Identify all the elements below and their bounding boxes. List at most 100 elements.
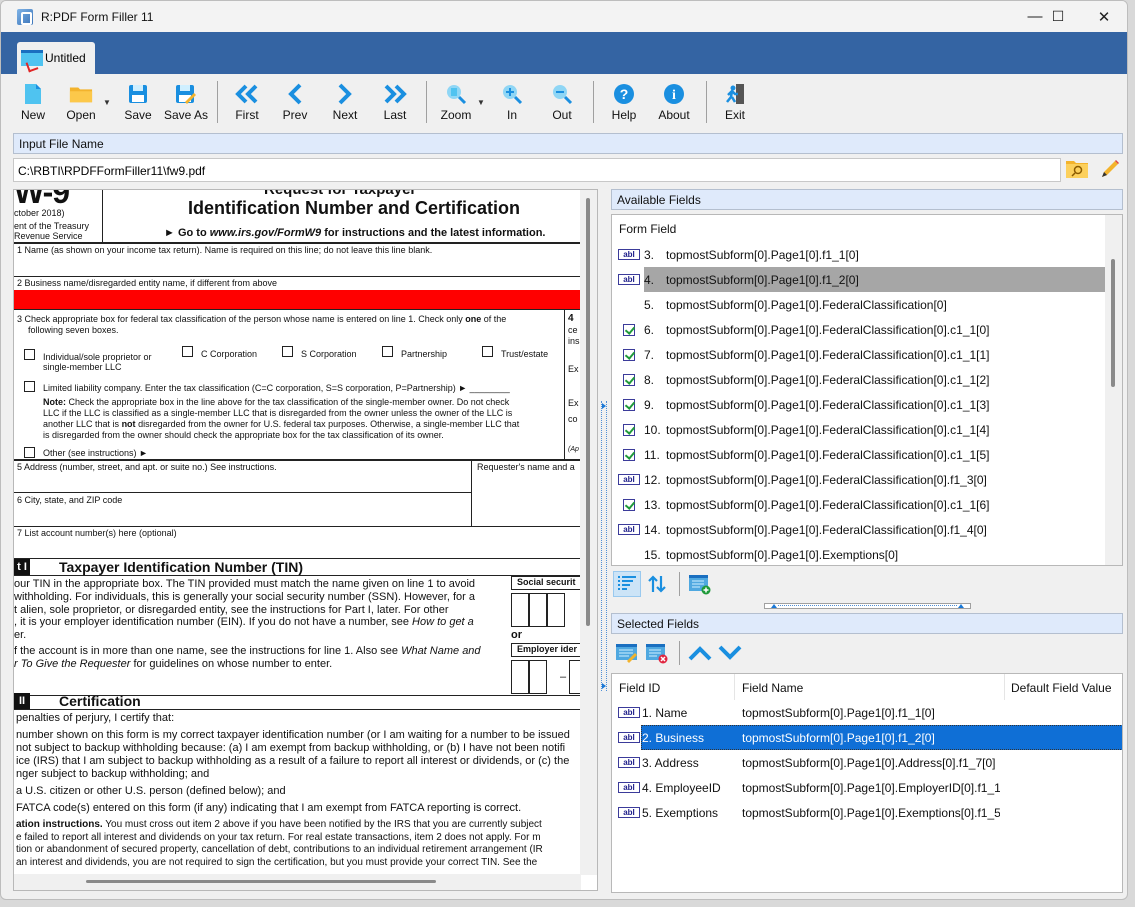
side-label: co — [568, 414, 578, 424]
available-field-row[interactable]: 7. topmostSubform[0].Page1[0].FederalClas… — [612, 342, 1107, 367]
checkbox-trust[interactable] — [482, 346, 493, 357]
ssn-box[interactable] — [511, 593, 529, 627]
move-up-button[interactable] — [686, 640, 714, 666]
input-file-field[interactable]: C:\RBTI\RPDFFormFiller11\fw9.pdf — [13, 158, 1061, 182]
last-page-button[interactable]: Last — [370, 74, 420, 126]
add-field-icon — [689, 575, 711, 595]
column-header-field-id[interactable]: Field ID — [612, 674, 735, 700]
llc-note: Note: Check the appropriate box in the l… — [43, 397, 520, 440]
selected-field-row[interactable]: abI 5. Exemptions topmostSubform[0].Page1[… — [612, 800, 1122, 825]
available-field-row[interactable]: 6. topmostSubform[0].Page1[0].FederalClas… — [612, 317, 1107, 342]
checkbox-label: Individual/sole proprietor or — [43, 352, 152, 362]
pdf-viewer[interactable]: W-9 ctober 2018) ent of the Treasury Rev… — [13, 189, 598, 891]
checkbox-s-corp[interactable] — [282, 346, 293, 357]
available-field-row[interactable]: 13. topmostSubform[0].Page1[0].FederalCla… — [612, 492, 1107, 517]
help-button[interactable]: ? Help — [600, 74, 648, 126]
tin-instructions: our TIN in the appropriate box. The TIN … — [14, 578, 476, 642]
list-view-button[interactable] — [613, 571, 641, 597]
field-number: 4. — [644, 272, 655, 287]
checkbox-other[interactable] — [24, 447, 35, 458]
open-button[interactable]: Open ▼ — [55, 74, 111, 126]
field-type-icon — [618, 299, 640, 311]
ssn-box[interactable] — [547, 593, 565, 627]
available-field-row[interactable]: abI 3. topmostSubform[0].Page1[0].f1_1[0] — [612, 242, 1107, 267]
available-field-row[interactable]: 9. topmostSubform[0].Page1[0].FederalClas… — [612, 392, 1107, 417]
edit-field-icon — [616, 644, 637, 663]
new-button[interactable]: New — [11, 74, 55, 126]
zoom-in-button[interactable]: In — [487, 74, 537, 126]
prev-page-button[interactable]: Prev — [270, 74, 320, 126]
available-field-row[interactable]: 10. topmostSubform[0].Page1[0].FederalCla… — [612, 417, 1107, 442]
ribbon-bar: Untitled — [1, 32, 1127, 74]
text-field-icon: abI — [618, 757, 640, 768]
field-name: topmostSubform[0].Page1[0].FederalClassi… — [666, 347, 990, 362]
column-header-form-field[interactable]: Form Field — [612, 215, 1107, 240]
horizontal-splitter[interactable] — [764, 603, 971, 609]
column-header-default-value[interactable]: Default Field Value — [1005, 674, 1122, 700]
zoom-dropdown-arrow-icon[interactable]: ▼ — [477, 98, 485, 107]
remove-field-button[interactable] — [643, 640, 671, 666]
business-name-field-highlight[interactable] — [14, 290, 581, 309]
available-field-row[interactable]: 15. topmostSubform[0].Page1[0].Exemptions… — [612, 542, 1107, 565]
scroll-thumb[interactable] — [1111, 259, 1115, 387]
checkbox-c-corp[interactable] — [182, 346, 193, 357]
save-as-button[interactable]: Save As — [161, 74, 211, 126]
available-field-row[interactable]: abI 4. topmostSubform[0].Page1[0].f1_2[0] — [612, 267, 1107, 292]
field-label: 4. topmostSubform[0].Page1[0].f1_2[0] — [644, 267, 1107, 292]
edit-field-button[interactable] — [613, 640, 641, 666]
close-button[interactable]: ✕ — [1081, 1, 1127, 32]
line-5-label: 5 Address (number, street, and apt. or s… — [17, 462, 277, 472]
selected-field-row[interactable]: abI 1. Name topmostSubform[0].Page1[0].f1_… — [612, 700, 1122, 725]
selected-fields-toolbar — [613, 639, 746, 667]
pdf-horizontal-scrollbar[interactable] — [14, 874, 581, 890]
maximize-button[interactable]: ☐ — [1035, 1, 1081, 32]
zoom-out-button[interactable]: Out — [537, 74, 587, 126]
folder-open-icon — [69, 82, 93, 106]
available-field-row[interactable]: abI 14. topmostSubform[0].Page1[0].Federal… — [612, 517, 1107, 542]
save-button[interactable]: Save — [115, 74, 161, 126]
tin-instructions-2: f the account is in more than one name, … — [14, 645, 481, 670]
first-page-button[interactable]: First — [224, 74, 270, 126]
selected-fields-table[interactable]: Field ID Field Name Default Field Value … — [611, 673, 1123, 893]
column-header-field-name[interactable]: Field Name — [735, 674, 1005, 700]
available-field-row[interactable]: 8. topmostSubform[0].Page1[0].FederalClas… — [612, 367, 1107, 392]
browse-folder-icon[interactable] — [1065, 159, 1089, 179]
checkbox-individual[interactable] — [24, 349, 35, 360]
pdf-vertical-scrollbar[interactable] — [580, 190, 597, 875]
field-name-cell: topmostSubform[0].Page1[0].f1_2[0] — [742, 730, 935, 745]
available-field-row[interactable]: 11. topmostSubform[0].Page1[0].FederalCla… — [612, 442, 1107, 467]
tab-untitled[interactable]: Untitled — [17, 42, 95, 74]
ein-box[interactable] — [529, 660, 547, 694]
part-2-title: Certification — [59, 693, 141, 709]
vertical-splitter[interactable] — [601, 401, 607, 691]
selected-field-row[interactable]: abI 3. Address topmostSubform[0].Page1[0].… — [612, 750, 1122, 775]
selected-field-row[interactable]: abI 4. EmployeeID topmostSubform[0].Page1[… — [612, 775, 1122, 800]
field-type-icon: abI — [618, 274, 640, 286]
checkbox-partnership[interactable] — [382, 346, 393, 357]
toolbar-separator — [593, 81, 594, 123]
ein-box[interactable] — [511, 660, 529, 694]
cert-item-3: a U.S. citizen or other U.S. person (def… — [16, 785, 286, 797]
add-field-button[interactable] — [686, 571, 714, 597]
selected-field-row[interactable]: abI 2. Business topmostSubform[0].Page1[0]… — [612, 725, 1122, 750]
field-name: topmostSubform[0].Page1[0].f1_1[0] — [666, 247, 859, 262]
about-button[interactable]: i About — [648, 74, 700, 126]
move-down-button[interactable] — [716, 640, 744, 666]
open-dropdown-arrow-icon[interactable]: ▼ — [103, 98, 111, 107]
scroll-thumb[interactable] — [86, 880, 436, 883]
checkbox-field-icon — [623, 448, 635, 461]
checkbox-label: single-member LLC — [43, 362, 122, 372]
available-field-row[interactable]: 5. topmostSubform[0].Page1[0].FederalClas… — [612, 292, 1107, 317]
available-fields-scrollbar[interactable] — [1105, 215, 1122, 565]
chevron-left-icon — [283, 82, 307, 106]
checkbox-llc[interactable] — [24, 381, 35, 392]
available-fields-list[interactable]: Form Field abI 3. topmostSubform[0].Page1[… — [611, 214, 1123, 566]
available-field-row[interactable]: abI 12. topmostSubform[0].Page1[0].Federal… — [612, 467, 1107, 492]
ssn-box[interactable] — [529, 593, 547, 627]
pencil-edit-icon[interactable] — [1099, 158, 1121, 180]
exit-button[interactable]: Exit — [713, 74, 757, 126]
sort-button[interactable] — [643, 571, 671, 597]
scroll-thumb[interactable] — [586, 198, 590, 626]
next-page-button[interactable]: Next — [320, 74, 370, 126]
zoom-button[interactable]: Zoom ▼ — [433, 74, 485, 126]
